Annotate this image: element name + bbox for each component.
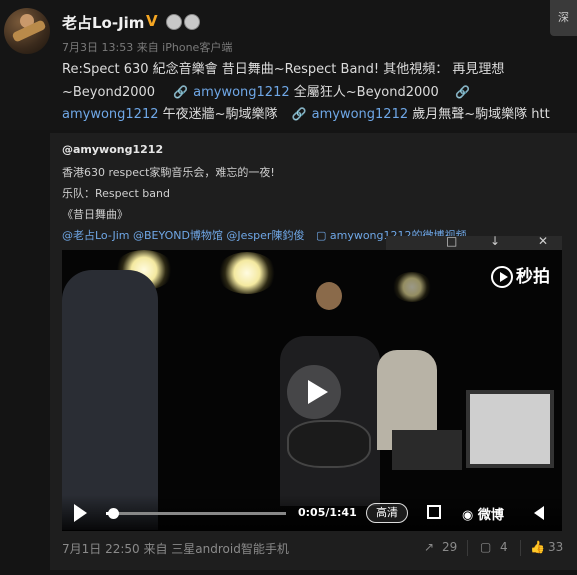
link-title-1[interactable]: 狂人~Beyond2000	[320, 85, 439, 100]
popout-icon[interactable]: ↓	[490, 234, 500, 248]
post-text-prefix: ~Beyond2000	[62, 85, 156, 100]
medal-icon[interactable]	[166, 14, 182, 30]
stage-light	[217, 252, 277, 294]
fullscreen-icon[interactable]	[427, 505, 441, 519]
verified-badge-icon: V	[146, 12, 158, 30]
performer-left	[62, 270, 158, 530]
weibo-logo[interactable]: ◉ 微博	[462, 504, 504, 523]
comment-icon[interactable]: ▢	[480, 540, 491, 554]
weibo-logo-text: 微博	[477, 508, 504, 523]
repost-user[interactable]: @amywong1212	[62, 143, 163, 156]
comment-count[interactable]: 4	[500, 540, 508, 554]
brand-name: 秒拍	[516, 267, 550, 287]
divider	[520, 540, 521, 556]
like-icon[interactable]: 👍	[530, 540, 545, 554]
post-footer: 7月1日 22:50 来自 三星android智能手机 ↗ 29 ▢ 4 👍 3…	[62, 540, 563, 558]
link-user-1[interactable]: amywong1212	[193, 85, 289, 100]
divider	[467, 540, 468, 556]
link-title-3[interactable]: 歲月無聲~駒域樂隊 htt	[412, 107, 549, 122]
close-icon[interactable]: ✕	[538, 234, 548, 248]
repost-line1: 香港630 respect家駒音乐会，难忘的一夜!	[62, 166, 275, 179]
guitar	[287, 420, 371, 468]
video-play-button[interactable]	[287, 365, 341, 419]
performer-head	[316, 282, 342, 310]
drum-kit	[392, 430, 462, 470]
forward-count[interactable]: 29	[442, 540, 457, 554]
mini-window-bar: □ ↓ ✕	[386, 234, 562, 251]
video-controls: 0:05/1:41 高清 ◉ 微博	[62, 495, 562, 531]
volume-icon[interactable]	[534, 506, 544, 520]
progress-bar[interactable]	[106, 508, 286, 519]
post-text-line2: ~Beyond2000 🔗 amywong1212 全屬狂人~Beyond2000…	[62, 82, 562, 103]
quality-button[interactable]: 高清	[366, 503, 408, 523]
corner-button[interactable]: 深	[550, 0, 577, 36]
brand-icon	[491, 266, 513, 288]
video-player[interactable]: 秒拍 0:05/1:41 高清 ◉ 微博	[62, 250, 562, 531]
link-user-2[interactable]: amywong1212	[62, 107, 158, 122]
like-count[interactable]: 33	[548, 540, 563, 554]
repost-line3: 《昔日舞曲》	[62, 208, 128, 221]
play-icon[interactable]	[74, 504, 87, 522]
weibo-eye-icon: ◉	[462, 508, 474, 523]
post-source: 7月1日 22:50 来自 三星android智能手机	[62, 542, 289, 556]
username[interactable]: 老占Lo-Jim	[62, 12, 144, 33]
amplifier	[466, 390, 554, 468]
link-title-1-pre[interactable]: 全屬	[294, 85, 320, 100]
link-icon: 🔗	[454, 85, 470, 99]
video-icon: ▢	[315, 229, 327, 242]
brand-logo: 秒拍	[491, 262, 550, 288]
post-text-line1: Re:Spect 630 紀念音樂會 昔日舞曲~Respect Band! 其他…	[62, 62, 505, 77]
medal-icon[interactable]	[184, 14, 200, 30]
avatar[interactable]	[4, 8, 50, 54]
link-title-2[interactable]: 午夜迷牆~駒域樂隊	[163, 107, 278, 122]
progress-knob[interactable]	[108, 508, 120, 519]
link-user-3[interactable]: amywong1212	[312, 107, 408, 122]
forward-icon[interactable]: ↗	[424, 540, 434, 554]
mention-links[interactable]: @老占Lo-Jim @BEYOND博物馆 @Jesper陳鈞俊	[62, 229, 304, 242]
video-time: 0:05/1:41	[298, 506, 357, 519]
stage-light	[392, 272, 432, 302]
post-timestamp[interactable]: 7月3日 13:53 来自 iPhone客户端	[62, 39, 232, 55]
link-icon: 🔗	[291, 107, 307, 121]
post-text-line3: amywong1212 午夜迷牆~駒域樂隊 🔗 amywong1212 歲月無聲~…	[62, 104, 562, 125]
minimize-icon[interactable]: □	[446, 234, 457, 248]
link-icon: 🔗	[173, 85, 189, 99]
repost-line2: 乐队：Respect band	[62, 187, 170, 200]
